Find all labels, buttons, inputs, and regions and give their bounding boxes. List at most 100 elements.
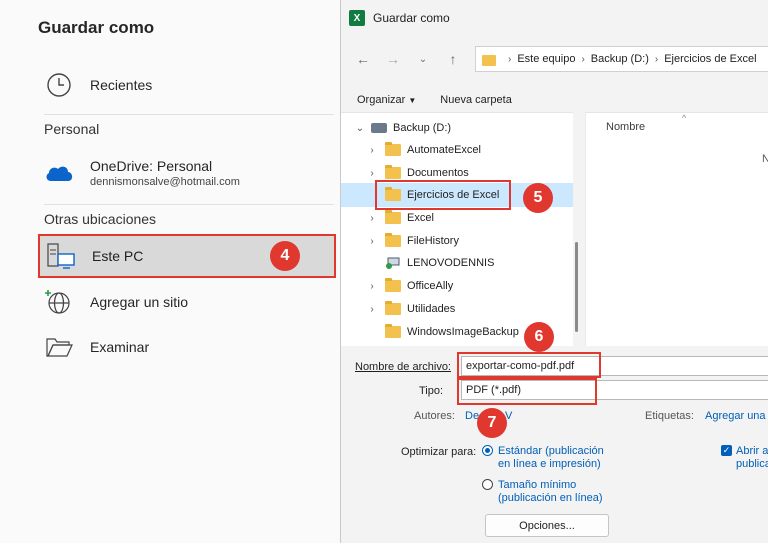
- save-as-dialog: X Guardar como ← → ⌄ ↑ › Este equipo › B…: [340, 0, 768, 543]
- forward-arrow-icon[interactable]: →: [381, 47, 405, 71]
- breadcrumb-backup[interactable]: Backup (D:): [591, 53, 649, 65]
- opciones-button[interactable]: Opciones...: [485, 514, 609, 537]
- etiquetas-label: Etiquetas:: [645, 410, 694, 422]
- network-computer-icon: [385, 257, 401, 269]
- tree-label: Backup (D:): [393, 122, 452, 134]
- tree-label: FileHistory: [407, 235, 459, 247]
- opt-estandar-line2: en línea e impresión): [498, 458, 601, 470]
- tree-item-windowsimagebackup[interactable]: WindowsImageBackup: [365, 321, 519, 343]
- tree-label: Documentos: [407, 167, 469, 179]
- tree-item-lenovodennis[interactable]: LENOVODENNIS: [365, 252, 494, 274]
- chevron-right-icon: ›: [370, 280, 374, 292]
- file-list-pane: ^ Nombre N: [585, 112, 768, 346]
- tree-label: LENOVODENNIS: [407, 257, 495, 269]
- separator: [44, 114, 334, 115]
- chevron-right-icon: ›: [370, 235, 374, 247]
- chevron-right-icon: ›: [370, 212, 374, 224]
- organizar-button[interactable]: Organizar ▼: [357, 94, 416, 106]
- tree-item-automateexcel[interactable]: › AutomateExcel: [365, 139, 481, 161]
- opt-minimo-line2: (publicación en línea): [498, 492, 603, 504]
- chevron-right-icon: ›: [370, 167, 374, 179]
- navigation-bar: ← → ⌄ ↑ › Este equipo › Backup (D:) › Ej…: [341, 40, 768, 78]
- recientes-label: Recientes: [90, 77, 153, 93]
- autores-label: Autores:: [414, 410, 455, 422]
- section-otras-ubicaciones: Otras ubicaciones: [44, 211, 157, 227]
- dialog-title: Guardar como: [373, 11, 450, 25]
- folder-icon: [385, 210, 401, 224]
- back-arrow-icon[interactable]: ←: [351, 47, 375, 71]
- nombre-archivo-label: Nombre de archivo:: [355, 361, 451, 373]
- abrir-line2: publica: [736, 458, 768, 470]
- tree-label: AutomateExcel: [407, 144, 481, 156]
- recientes-item[interactable]: Recientes: [44, 70, 152, 100]
- folder-icon: [385, 233, 401, 247]
- chevron-right-icon: ›: [370, 303, 374, 315]
- folder-icon: [385, 142, 401, 156]
- step-badge-5: 5: [523, 183, 553, 213]
- tipo-label: Tipo:: [419, 385, 444, 397]
- tree-item-officeally[interactable]: › OfficeAlly: [365, 275, 453, 297]
- onedrive-name: OneDrive: Personal: [90, 158, 213, 174]
- caret-down-icon: ▼: [408, 96, 417, 105]
- recent-locations-chevron-icon[interactable]: ⌄: [411, 47, 435, 71]
- highlight-box: [457, 378, 597, 405]
- tree-item-filehistory[interactable]: › FileHistory: [365, 230, 459, 252]
- chevron-right-icon: ›: [654, 53, 659, 65]
- etiquetas-value[interactable]: Agregar una: [705, 410, 766, 422]
- computer-icon: [46, 241, 76, 271]
- backstage-title: Guardar como: [38, 18, 155, 37]
- abrir-line1: Abrir a: [736, 445, 768, 457]
- opt-minimo-line1: Tamaño mínimo: [498, 479, 577, 491]
- tree-label: Excel: [407, 212, 434, 224]
- breadcrumb-ejercicios[interactable]: Ejercicios de Excel: [664, 53, 756, 65]
- folder-icon: [385, 301, 401, 315]
- radio-unselected-icon: [482, 479, 493, 490]
- empty-folder-text: N: [762, 153, 768, 165]
- radio-minimo[interactable]: Tamaño mínimo (publicación en línea): [482, 479, 603, 505]
- folder-icon: [385, 278, 401, 292]
- folder-icon: [482, 54, 496, 66]
- separator: [44, 204, 334, 205]
- command-bar: Organizar ▼ Nueva carpeta: [341, 86, 768, 114]
- agregar-sitio-label: Agregar un sitio: [90, 294, 189, 310]
- optimizar-label: Optimizar para:: [401, 446, 477, 458]
- radio-estandar[interactable]: Estándar (publicación en línea e impresi…: [482, 445, 604, 471]
- sort-up-icon: ^: [682, 113, 687, 123]
- chevron-right-icon: ›: [370, 144, 374, 156]
- highlight-box: [375, 180, 511, 210]
- abrir-checkbox[interactable]: ✓ Abrir a publica: [721, 445, 768, 471]
- onedrive-item[interactable]: OneDrive: Personal dennismonsalve@hotmai…: [44, 158, 240, 188]
- nueva-carpeta-button[interactable]: Nueva carpeta: [440, 94, 512, 106]
- section-personal: Personal: [44, 121, 100, 137]
- folder-open-icon: [44, 332, 74, 362]
- folder-icon: [385, 165, 401, 179]
- up-arrow-icon[interactable]: ↑: [441, 47, 465, 71]
- excel-icon: X: [349, 10, 365, 26]
- chevron-right-icon: ›: [508, 53, 512, 65]
- tree-label: OfficeAlly: [407, 280, 454, 292]
- onedrive-email: dennismonsalve@hotmail.com: [90, 176, 240, 188]
- agregar-sitio-item[interactable]: Agregar un sitio: [44, 287, 188, 317]
- checkmark-icon: ✓: [721, 445, 732, 456]
- step-badge-7: 7: [477, 408, 507, 438]
- tree-item-drive[interactable]: ⌄ Backup (D:): [353, 117, 451, 139]
- address-bar[interactable]: › Este equipo › Backup (D:) › Ejercicios…: [475, 46, 768, 72]
- chevron-right-icon: ›: [581, 53, 585, 65]
- breadcrumb-este-equipo[interactable]: Este equipo: [517, 53, 575, 65]
- dialog-titlebar: X Guardar como: [341, 0, 768, 36]
- organizar-label: Organizar: [357, 94, 406, 106]
- tree-item-utilidades[interactable]: › Utilidades: [365, 298, 455, 320]
- examinar-label: Examinar: [90, 339, 150, 355]
- clock-icon: [44, 70, 74, 100]
- chevron-down-icon: ⌄: [355, 122, 365, 134]
- column-header-nombre[interactable]: Nombre: [606, 121, 645, 133]
- highlight-box: [457, 352, 601, 378]
- tree-scrollbar[interactable]: [575, 242, 578, 332]
- backstage-panel: Guardar como Recientes Personal OneDrive…: [0, 0, 340, 543]
- globe-add-icon: [44, 287, 74, 317]
- tree-item-excel[interactable]: › Excel: [365, 207, 434, 229]
- drive-icon: [371, 123, 387, 133]
- examinar-item[interactable]: Examinar: [44, 332, 149, 362]
- step-badge-4: 4: [270, 241, 300, 271]
- radio-selected-icon: [482, 445, 493, 456]
